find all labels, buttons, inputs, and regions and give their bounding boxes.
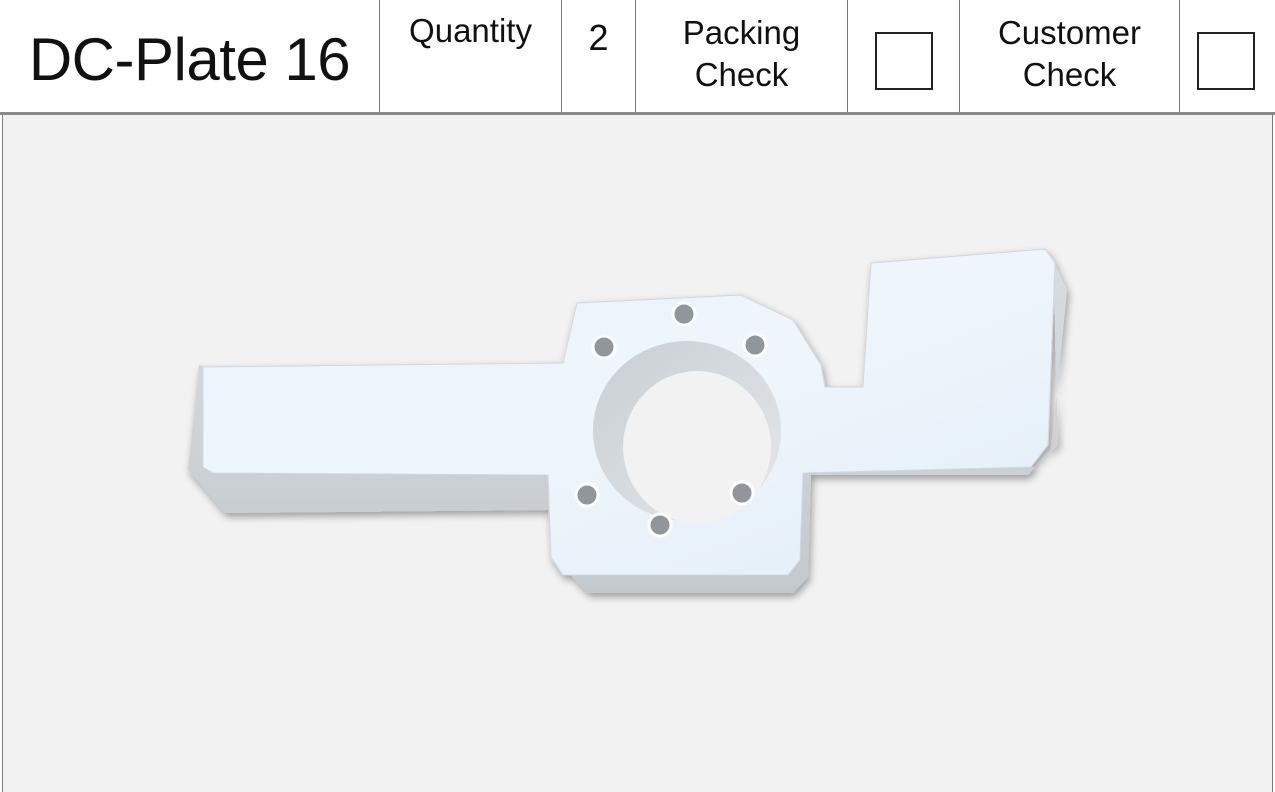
- customer-check-label-line1: Customer: [997, 14, 1142, 51]
- packing-check-label-line1: Packing: [682, 14, 801, 51]
- customer-check-checkbox[interactable]: [1196, 31, 1255, 90]
- part-name-cell: DC-Plate 16: [0, 0, 380, 113]
- quantity-label: Quantity: [409, 12, 532, 49]
- part-image-area: [2, 115, 1273, 792]
- packing-check-label-cell: Packing Check: [636, 0, 848, 113]
- quantity-value: 2: [588, 17, 609, 58]
- customer-check-label-line2: Check: [1022, 56, 1117, 93]
- packing-check-cell: [848, 0, 960, 113]
- packing-check-checkbox[interactable]: [874, 31, 933, 90]
- packing-check-label-line2: Check: [694, 56, 789, 93]
- bolt-hole: [671, 301, 697, 327]
- customer-check-cell: [1180, 0, 1275, 113]
- bolt-hole: [574, 482, 600, 508]
- bolt-hole: [742, 332, 768, 358]
- bolt-hole: [591, 334, 617, 360]
- quantity-value-cell: 2: [562, 0, 636, 113]
- label-header: DC-Plate 16 Quantity 2 Packing Check Cus…: [0, 0, 1275, 115]
- part-name: DC-Plate 16: [28, 25, 351, 93]
- bolt-hole: [647, 512, 673, 538]
- bolt-hole: [729, 480, 755, 506]
- customer-check-label-cell: Customer Check: [960, 0, 1180, 113]
- quantity-label-cell: Quantity: [380, 0, 562, 113]
- plate-part-render: [188, 248, 1067, 593]
